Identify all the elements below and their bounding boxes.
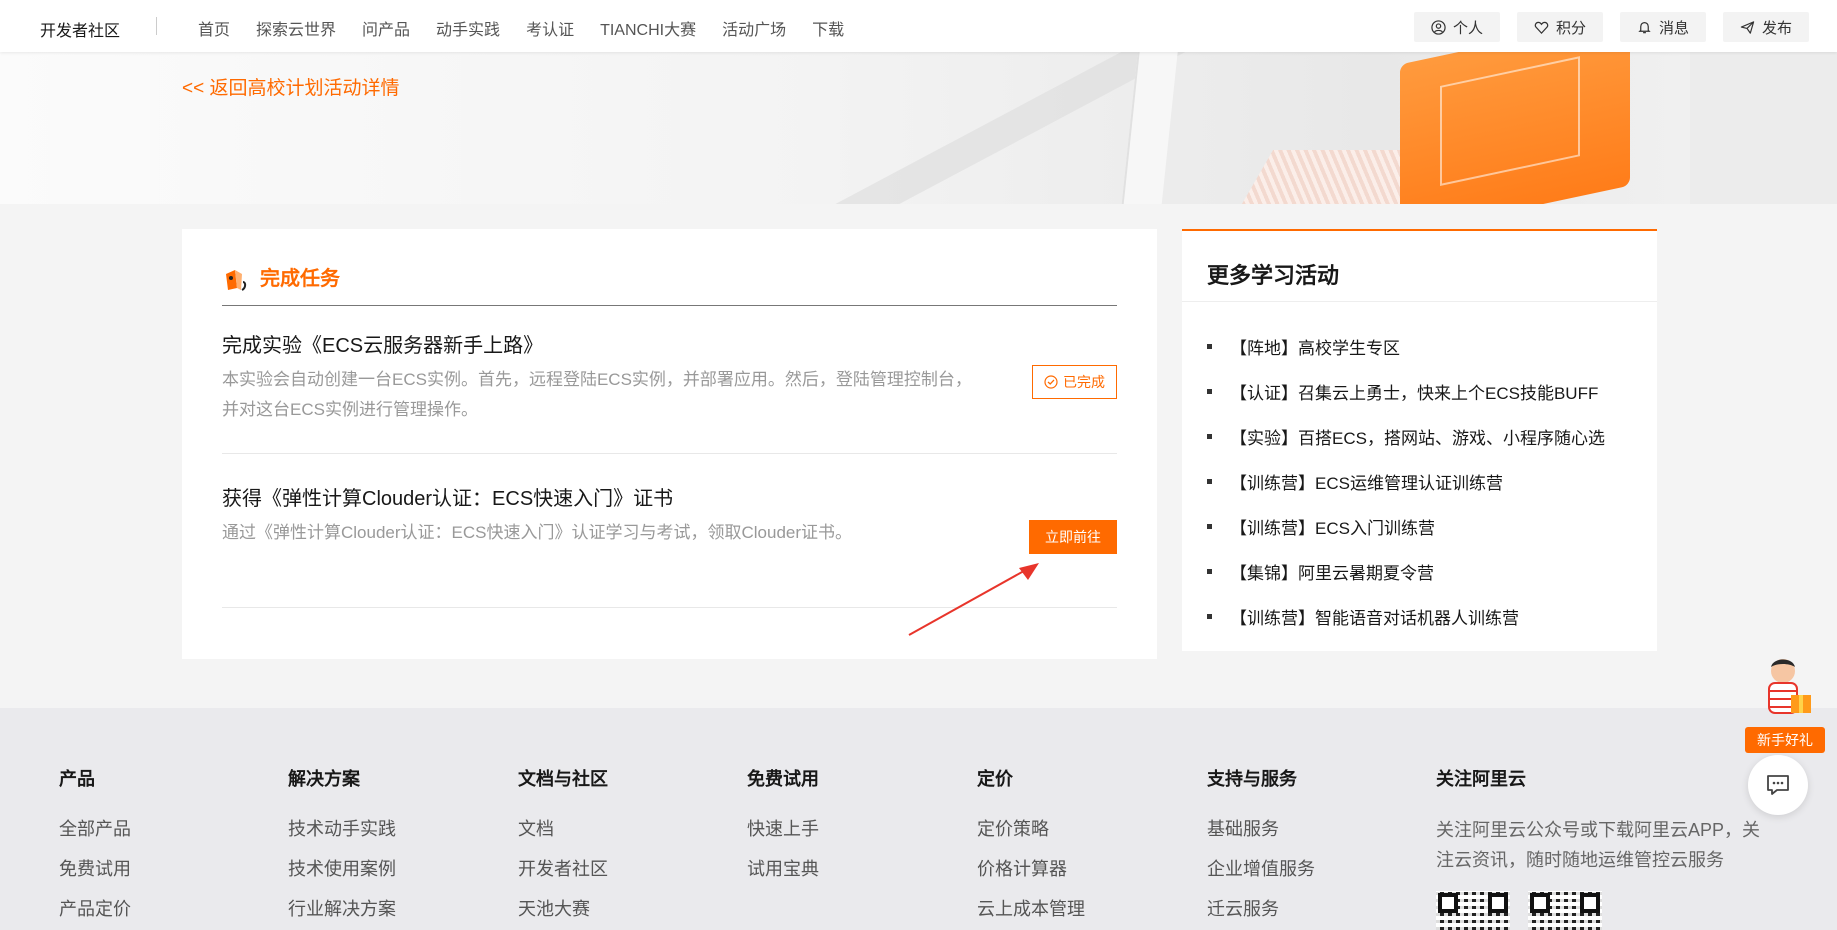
task-item: 完成实验《ECS云服务器新手上路》 本实验会自动创建一台ECS实例。首先，远程登… [222,333,1117,454]
footer-column-title: 解决方案 [288,769,360,789]
nav-link-certification[interactable]: 考认证 [526,16,574,40]
activity-link[interactable]: 【训练营】ECS运维管理认证训练营 [1207,459,1632,504]
go-now-button[interactable]: 立即前往 [1029,520,1117,554]
check-circle-icon [1044,375,1058,389]
footer-column-title: 关注阿里云 [1436,769,1526,789]
activity-link[interactable]: 【集锦】阿里云暑期夏令营 [1207,549,1632,594]
messages-label: 消息 [1658,19,1689,37]
qr-code-app [1528,891,1602,930]
nav-link-practice[interactable]: 动手实践 [436,16,500,40]
activity-link[interactable]: 【训练营】ECS入门训练营 [1207,504,1632,549]
footer-column-title: 定价 [977,769,1013,789]
more-activities-title: 更多学习活动 [1182,231,1657,302]
nav-link-download[interactable]: 下载 [812,16,844,40]
footer-column-docs: 文档与社区 文档 开发者社区 天池大赛 [518,765,608,930]
back-to-campus-plan-link[interactable]: << 返回高校计划活动详情 [182,73,399,100]
heart-icon [1534,21,1549,34]
nav-link-explore[interactable]: 探索云世界 [256,16,336,40]
task-card: 完成任务 完成实验《ECS云服务器新手上路》 本实验会自动创建一台ECS实例。首… [182,229,1157,659]
activity-link[interactable]: 【实验】百搭ECS，搭网站、游戏、小程序随心选 [1207,414,1632,459]
bell-icon [1638,21,1651,33]
banner-decoration [1690,40,1837,204]
points-button[interactable]: 积分 [1516,12,1603,42]
personal-button[interactable]: 个人 [1413,12,1500,42]
task-completed-badge: 已完成 [1032,365,1117,399]
nav-actions: 个人 积分 消息 发布 [1413,12,1809,42]
footer-link[interactable]: 云上成本管理 [977,895,1085,930]
footer-link[interactable]: 天池大赛 [518,895,608,930]
footer-column-title: 文档与社区 [518,769,608,789]
activity-list: 【阵地】高校学生专区 【认证】召集云上勇士，快来上个ECS技能BUFF 【实验】… [1182,302,1657,639]
footer-link[interactable]: 文档 [518,815,608,855]
points-label: 积分 [1555,19,1586,37]
messages-button[interactable]: 消息 [1619,12,1706,42]
footer-column-solutions: 解决方案 技术动手实践 技术使用案例 行业解决方案 [288,765,396,930]
task-item-desc: 通过《弹性计算Clouder认证：ECS快速入门》认证学习与考试，领取Cloud… [222,523,853,542]
nav-link-ask[interactable]: 问产品 [362,16,410,40]
footer-link[interactable]: 迁云服务 [1207,895,1315,930]
qr-codes [1436,891,1776,930]
activity-link[interactable]: 【阵地】高校学生专区 [1207,324,1632,369]
footer-link[interactable]: 开发者社区 [518,855,608,895]
footer-link[interactable]: 试用宝典 [747,855,819,895]
footer-column-follow: 关注阿里云 关注阿里云公众号或下载阿里云APP，关注云资讯，随时随地运维管控云服… [1436,765,1776,930]
publish-button[interactable]: 发布 [1722,12,1809,42]
task-item-title: 获得《弹性计算Clouder认证：ECS快速入门》证书 [222,488,674,510]
footer-link[interactable]: 企业增值服务 [1207,855,1315,895]
task-item-title: 完成实验《ECS云服务器新手上路》 [222,335,544,357]
footer-link[interactable]: 快速上手 [747,815,819,855]
user-icon [1431,19,1446,35]
activity-link[interactable]: 【认证】召集云上勇士，快来上个ECS技能BUFF [1207,369,1632,414]
footer-column-support: 支持与服务 基础服务 企业增值服务 迁云服务 [1207,765,1315,930]
mascot-icon [1768,659,1811,714]
more-activities-panel: 更多学习活动 【阵地】高校学生专区 【认证】召集云上勇士，快来上个ECS技能BU… [1182,229,1657,651]
task-item-desc: 本实验会自动创建一台ECS实例。首先，远程登陆ECS实例，并部署应用。然后，登陆… [222,370,972,419]
footer-link[interactable]: 技术动手实践 [288,815,396,855]
top-navigation: 开发者社区 首页 探索云世界 问产品 动手实践 考认证 TIANCHI大赛 活动… [0,0,1837,52]
publish-label: 发布 [1761,19,1792,37]
nav-link-activities[interactable]: 活动广场 [722,16,786,40]
newbie-gift-widget[interactable]: 新手好礼 [1745,655,1825,755]
divider [156,17,157,35]
footer-link[interactable]: 免费试用 [59,855,131,895]
footer-column-title: 支持与服务 [1207,769,1297,789]
footer-column-products: 产品 全部产品 免费试用 产品定价 [59,765,131,930]
task-logo-icon [226,270,247,291]
follow-description: 关注阿里云公众号或下载阿里云APP，关注云资讯，随时随地运维管控云服务 [1436,820,1761,870]
newbie-gift-label: 新手好礼 [1745,727,1825,753]
qr-code-wechat [1436,891,1510,930]
task-card-title: 完成任务 [260,268,340,290]
footer-link[interactable]: 行业解决方案 [288,895,396,930]
chat-button[interactable] [1748,755,1808,815]
footer-link[interactable]: 定价策略 [977,815,1085,855]
nav-links: 首页 探索云世界 问产品 动手实践 考认证 TIANCHI大赛 活动广场 下载 [198,16,844,40]
personal-label: 个人 [1452,19,1483,37]
footer-link[interactable]: 价格计算器 [977,855,1085,895]
nav-link-home[interactable]: 首页 [198,16,230,40]
task-card-header: 完成任务 [222,266,1117,306]
brand-title[interactable]: 开发者社区 [40,17,120,41]
footer-column-pricing: 定价 定价策略 价格计算器 云上成本管理 [977,765,1085,930]
nav-link-tianchi[interactable]: TIANCHI大赛 [600,16,696,40]
site-footer: 产品 全部产品 免费试用 产品定价 解决方案 技术动手实践 技术使用案例 行业解… [0,708,1837,930]
footer-link[interactable]: 全部产品 [59,815,131,855]
send-icon [1740,20,1755,34]
footer-column-title: 产品 [59,769,95,789]
footer-link[interactable]: 基础服务 [1207,815,1315,855]
chat-icon [1767,775,1789,795]
footer-column-free-trial: 免费试用 快速上手 试用宝典 [747,765,819,895]
footer-column-title: 免费试用 [747,769,819,789]
activity-link[interactable]: 【训练营】智能语音对话机器人训练营 [1207,594,1632,639]
footer-link[interactable]: 产品定价 [59,895,131,930]
completed-label: 已完成 [1063,374,1105,390]
task-item: 获得《弹性计算Clouder认证：ECS快速入门》证书 通过《弹性计算Cloud… [222,486,1117,608]
footer-link[interactable]: 技术使用案例 [288,855,396,895]
